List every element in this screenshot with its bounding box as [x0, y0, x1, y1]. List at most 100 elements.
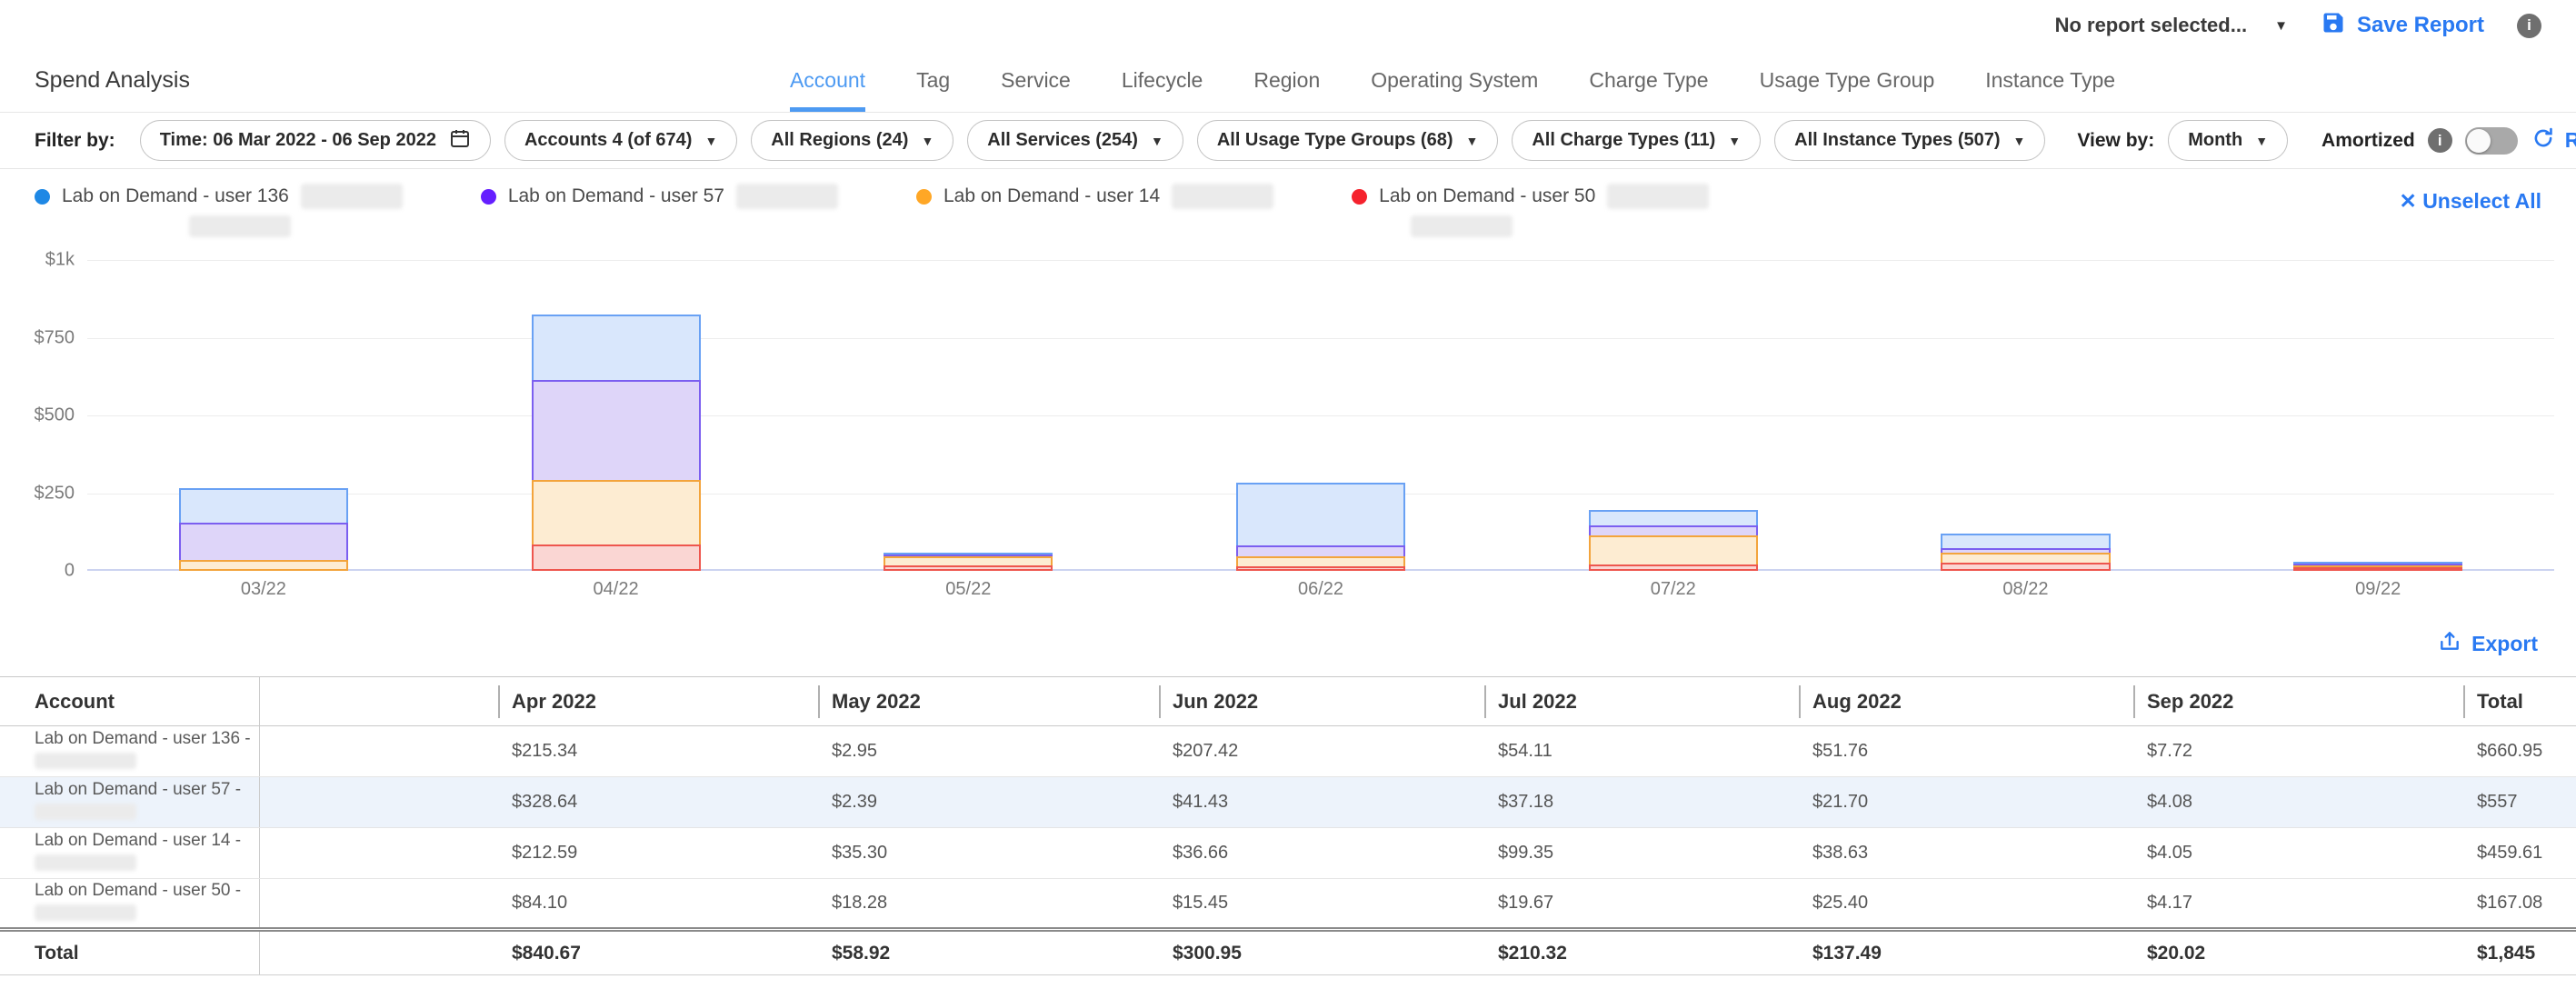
table-cell: $207.42 [1159, 726, 1484, 777]
bar-segment-blue[interactable] [532, 315, 701, 382]
table-cell: $37.18 [1484, 777, 1799, 828]
filter-all-regions-24[interactable]: All Regions (24)▼ [751, 120, 954, 161]
bar-segment-orange[interactable] [532, 480, 701, 546]
table-cell: $36.66 [1159, 828, 1484, 879]
save-icon [2321, 10, 2346, 42]
report-selector-dropdown[interactable]: No report selected... ▼ [2055, 14, 2288, 37]
bar-slot-08-22 [1850, 260, 2202, 571]
stacked-bar-06-22[interactable] [1236, 483, 1405, 571]
filter-all-charge-types-11[interactable]: All Charge Types (11)▼ [1512, 120, 1761, 161]
bar-segment-purple[interactable] [179, 523, 348, 562]
export-icon [2438, 629, 2461, 658]
tab-lifecycle[interactable]: Lifecycle [1122, 68, 1203, 112]
bar-segment-red[interactable] [884, 565, 1053, 571]
info-icon[interactable]: i [2428, 128, 2452, 153]
legend-item-lab-on-demand-user-14[interactable]: Lab on Demand - user 14 [916, 184, 1273, 237]
column-header-may-2022: May 2022 [818, 677, 1159, 726]
bar-segment-orange[interactable] [1589, 535, 1758, 566]
legend-item-line: Lab on Demand - user 50 [1352, 184, 1709, 209]
close-icon: ✕ [2400, 189, 2417, 213]
table-row[interactable]: Lab on Demand - user 57 -$328.64$2.39$41… [0, 777, 2576, 828]
bar-segment-red[interactable] [1236, 566, 1405, 571]
tab-operating-system[interactable]: Operating System [1371, 68, 1538, 112]
bar-slot-05-22 [792, 260, 1144, 571]
chart-plot-area: $1k$750$500$2500 [87, 260, 2554, 571]
table-cell: $4.17 [2133, 879, 2463, 930]
filter-pill-label: All Regions (24) [771, 130, 908, 151]
column-header-label: Sep 2022 [2133, 685, 2233, 718]
calendar-icon [449, 127, 471, 155]
unselect-all-button[interactable]: ✕ Unselect All [2400, 189, 2541, 214]
total-cell: $20.02 [2133, 930, 2463, 975]
chevron-down-icon: ▼ [2255, 134, 2268, 148]
y-axis-tick-label: $750 [4, 327, 75, 348]
stacked-bar-09-22[interactable] [2293, 562, 2462, 571]
y-axis-tick-label: $500 [4, 405, 75, 426]
filter-all-instance-types-507[interactable]: All Instance Types (507)▼ [1774, 120, 2045, 161]
table-row[interactable]: Lab on Demand - user 136 -$215.34$2.95$2… [0, 726, 2576, 777]
table-cell: $215.34 [498, 726, 818, 777]
table-cell: $19.67 [1484, 879, 1799, 930]
table-row[interactable]: Lab on Demand - user 50 -$84.10$18.28$15… [0, 879, 2576, 930]
column-header-label: Aug 2022 [1799, 685, 1902, 718]
bar-segment-blue[interactable] [179, 488, 348, 524]
filter-pills: Time: 06 Mar 2022 - 06 Sep 2022 Accounts … [140, 120, 2046, 161]
legend-dot-icon [481, 189, 496, 205]
chevron-down-icon: ▼ [704, 134, 717, 148]
redacted-text [35, 904, 136, 921]
info-icon[interactable]: i [2517, 14, 2541, 38]
table-cell: $212.59 [498, 828, 818, 879]
total-cell: $1,845 [2463, 930, 2576, 975]
tab-tag[interactable]: Tag [916, 68, 950, 112]
table-cell: $35.30 [818, 828, 1159, 879]
tab-service[interactable]: Service [1001, 68, 1071, 112]
stacked-bar-05-22[interactable] [884, 553, 1053, 571]
redacted-text [189, 215, 291, 237]
redacted-text [35, 854, 136, 871]
column-header-jul-2022: Jul 2022 [1484, 677, 1799, 726]
legend-item-lab-on-demand-user-57[interactable]: Lab on Demand - user 57 [481, 184, 838, 237]
bar-segment-red[interactable] [1941, 563, 2110, 571]
x-axis-tick-label: 09/22 [2202, 579, 2554, 600]
legend-item-lab-on-demand-user-50[interactable]: Lab on Demand - user 50 [1352, 184, 1709, 237]
bar-segment-red[interactable] [1589, 564, 1758, 571]
chevron-down-icon: ▼ [2274, 18, 2288, 34]
save-report-button[interactable]: Save Report [2321, 10, 2484, 42]
stacked-bar-04-22[interactable] [532, 315, 701, 571]
bar-segment-blue[interactable] [1236, 483, 1405, 547]
bar-segment-orange[interactable] [179, 560, 348, 571]
bar-segment-purple[interactable] [532, 380, 701, 482]
spend-table: AccountApr 2022May 2022Jun 2022Jul 2022A… [0, 676, 2576, 975]
table-row[interactable]: Lab on Demand - user 14 -$212.59$35.30$3… [0, 828, 2576, 879]
bar-slot-09-22 [2202, 260, 2554, 571]
tab-instance-type[interactable]: Instance Type [1985, 68, 2115, 112]
account-cell: Lab on Demand - user 50 - [0, 879, 259, 930]
legend-item-label: Lab on Demand - user 14 [944, 185, 1160, 207]
y-axis-tick-label: 0 [4, 561, 75, 582]
account-cell: Lab on Demand - user 57 - [0, 777, 259, 828]
filter-all-services-254[interactable]: All Services (254)▼ [967, 120, 1183, 161]
bar-segment-red[interactable] [532, 544, 701, 571]
export-row: Export [0, 625, 2576, 662]
tab-region[interactable]: Region [1253, 68, 1320, 112]
filter-time-06-mar-2022-06-sep-2022[interactable]: Time: 06 Mar 2022 - 06 Sep 2022 [140, 120, 491, 161]
reset-filters-button[interactable]: Reset Filters [2531, 126, 2576, 155]
filter-all-usage-type-groups-68[interactable]: All Usage Type Groups (68)▼ [1197, 120, 1499, 161]
spacer-cell [259, 726, 498, 777]
tab-account[interactable]: Account [790, 68, 865, 112]
amortized-toggle[interactable] [2465, 127, 2518, 155]
filter-accounts-4-of-674[interactable]: Accounts 4 (of 674)▼ [504, 120, 737, 161]
tab-usage-type-group[interactable]: Usage Type Group [1760, 68, 1935, 112]
column-header-total: Total [2463, 677, 2576, 726]
stacked-bar-07-22[interactable] [1589, 510, 1758, 571]
bar-segment-red[interactable] [2293, 567, 2462, 571]
topbar: No report selected... ▼ Save Report i [0, 0, 2576, 51]
export-button[interactable]: Export [2438, 629, 2538, 658]
stacked-bar-08-22[interactable] [1941, 534, 2110, 571]
page-header: Spend Analysis AccountTagServiceLifecycl… [0, 51, 2576, 113]
view-by-dropdown[interactable]: Month ▼ [2168, 120, 2288, 161]
stacked-bar-03-22[interactable] [179, 488, 348, 571]
table-cell: $2.39 [818, 777, 1159, 828]
tab-charge-type[interactable]: Charge Type [1589, 68, 1708, 112]
legend-item-lab-on-demand-user-136[interactable]: Lab on Demand - user 136 [35, 184, 403, 237]
